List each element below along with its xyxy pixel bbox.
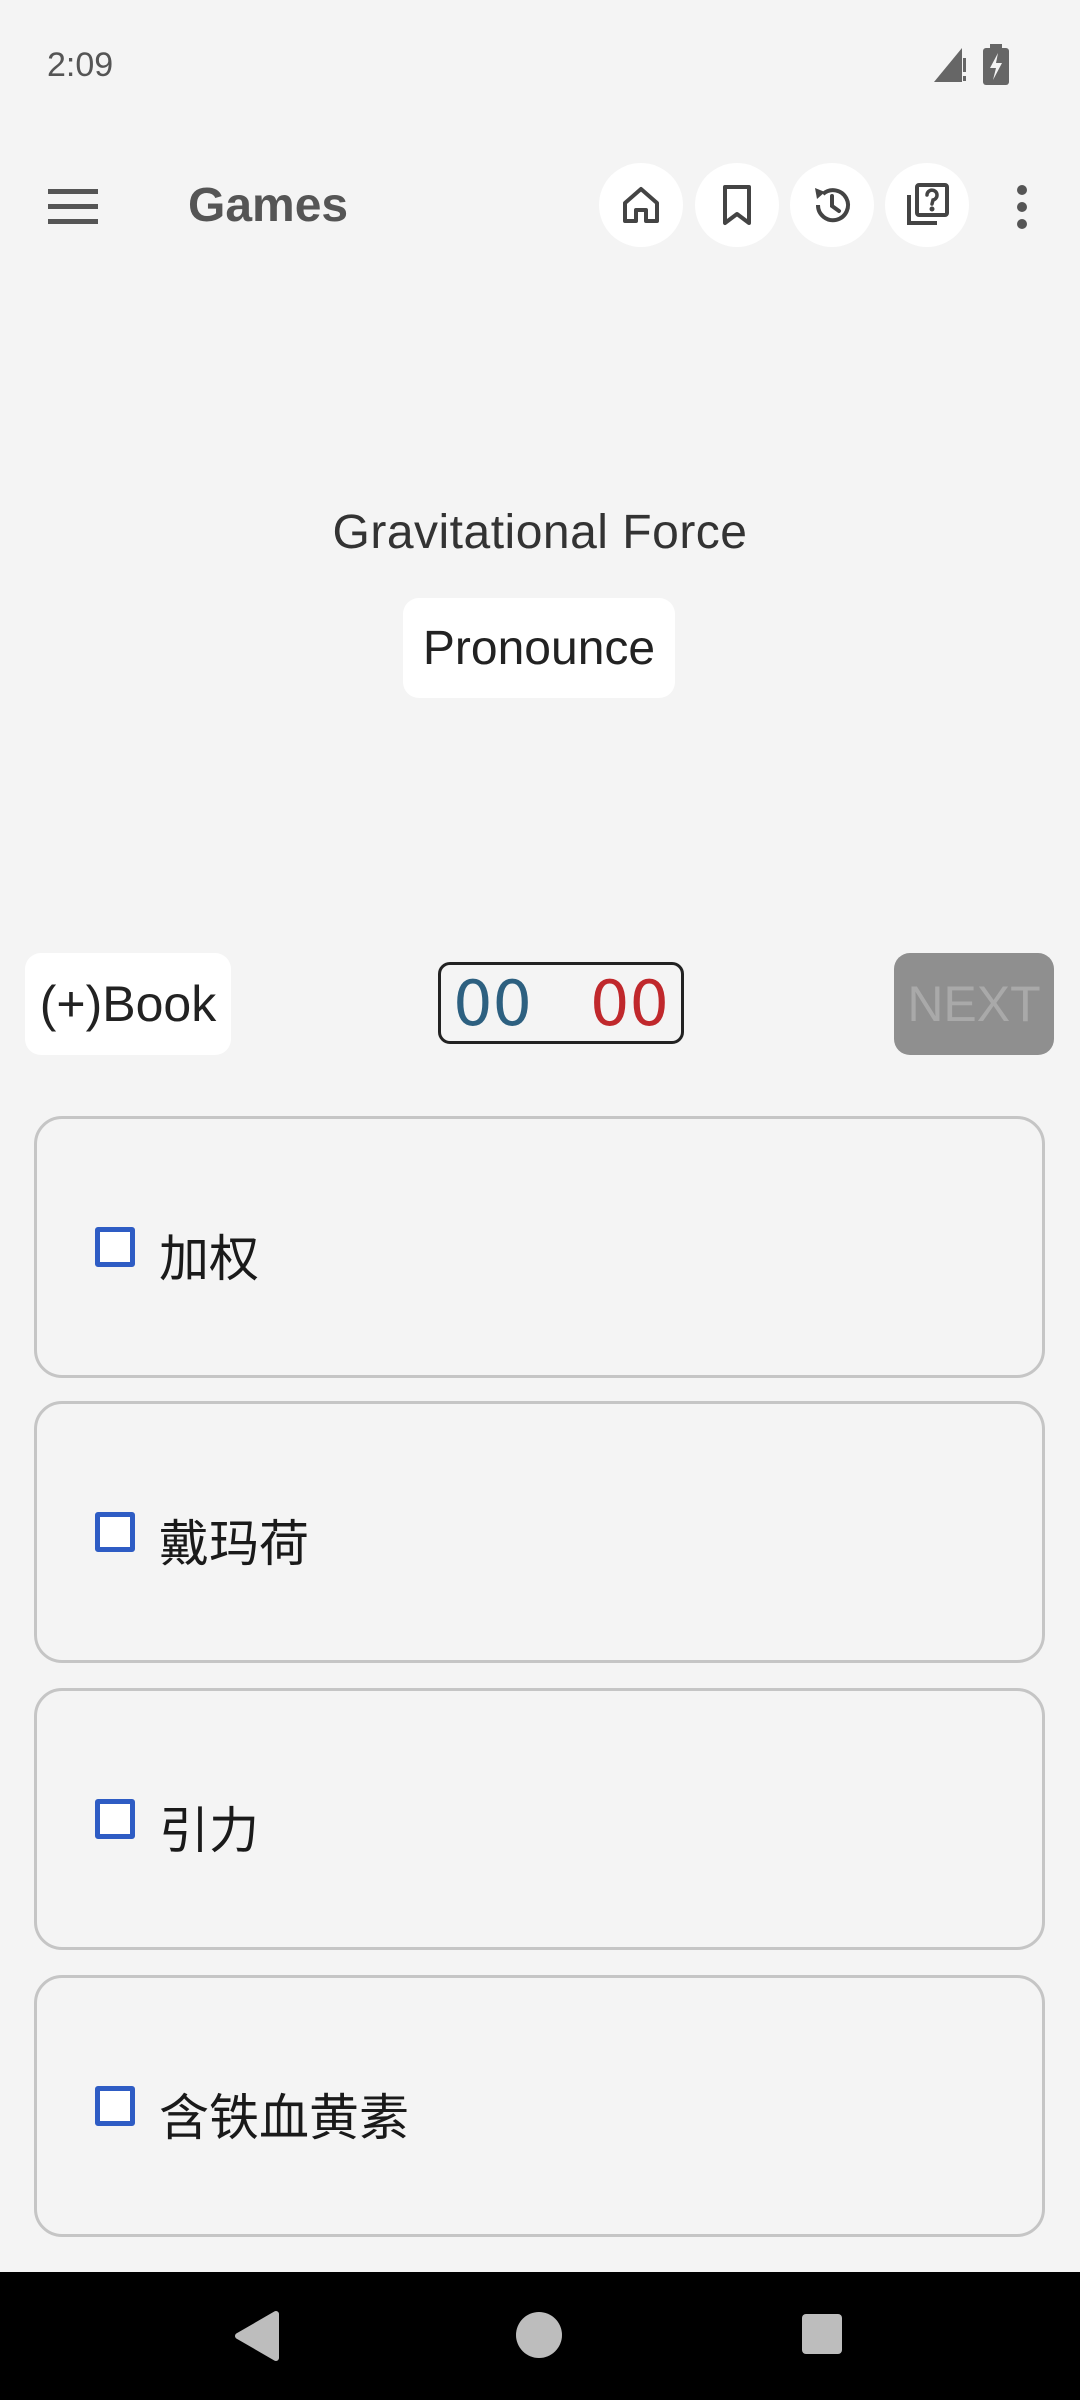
home-nav-icon[interactable] — [516, 2312, 562, 2358]
option-checkbox[interactable] — [95, 1227, 135, 1267]
bookmark-icon — [723, 185, 751, 225]
answer-option[interactable]: 含铁血黄素 — [34, 1975, 1045, 2237]
answer-option[interactable]: 引力 — [34, 1688, 1045, 1950]
correct-score: 00 — [453, 966, 532, 1040]
option-label: 引力 — [159, 1802, 259, 1860]
wrong-score: 00 — [590, 966, 669, 1040]
back-icon[interactable] — [232, 2310, 280, 2362]
status-time: 2:09 — [47, 46, 114, 84]
bookmark-button[interactable] — [695, 163, 779, 247]
question-word: Gravitational Force — [332, 506, 748, 559]
system-nav-bar — [0, 2272, 1080, 2400]
score-box: 00 00 — [438, 962, 684, 1044]
signal-icon — [934, 48, 966, 82]
quiz-icon — [907, 183, 949, 225]
option-label: 加权 — [159, 1230, 259, 1288]
option-checkbox[interactable] — [95, 2086, 135, 2126]
option-label: 戴玛荷 — [159, 1515, 309, 1573]
answer-option[interactable]: 加权 — [34, 1116, 1045, 1378]
option-checkbox[interactable] — [95, 1512, 135, 1552]
next-button[interactable]: NEXT — [894, 953, 1054, 1055]
history-icon — [815, 188, 850, 223]
quiz-button[interactable] — [885, 163, 969, 247]
answer-option[interactable]: 戴玛荷 — [34, 1401, 1045, 1663]
pronounce-button[interactable]: Pronounce — [403, 598, 675, 698]
home-icon — [623, 187, 659, 223]
home-button[interactable] — [599, 163, 683, 247]
menu-button[interactable] — [38, 172, 108, 242]
app-bar: Games — [0, 150, 1080, 265]
status-bar: 2:09 — [0, 0, 1080, 130]
option-checkbox[interactable] — [95, 1799, 135, 1839]
history-button[interactable] — [790, 163, 874, 247]
more-options-button[interactable] — [1000, 172, 1044, 242]
add-book-button[interactable]: (+)Book — [25, 953, 231, 1055]
app-title: Games — [188, 179, 349, 232]
recents-icon[interactable] — [802, 2314, 842, 2354]
battery-charging-icon — [983, 44, 1009, 85]
menu-icon — [48, 189, 98, 224]
option-label: 含铁血黄素 — [159, 2089, 409, 2147]
more-vert-icon — [1017, 185, 1027, 229]
